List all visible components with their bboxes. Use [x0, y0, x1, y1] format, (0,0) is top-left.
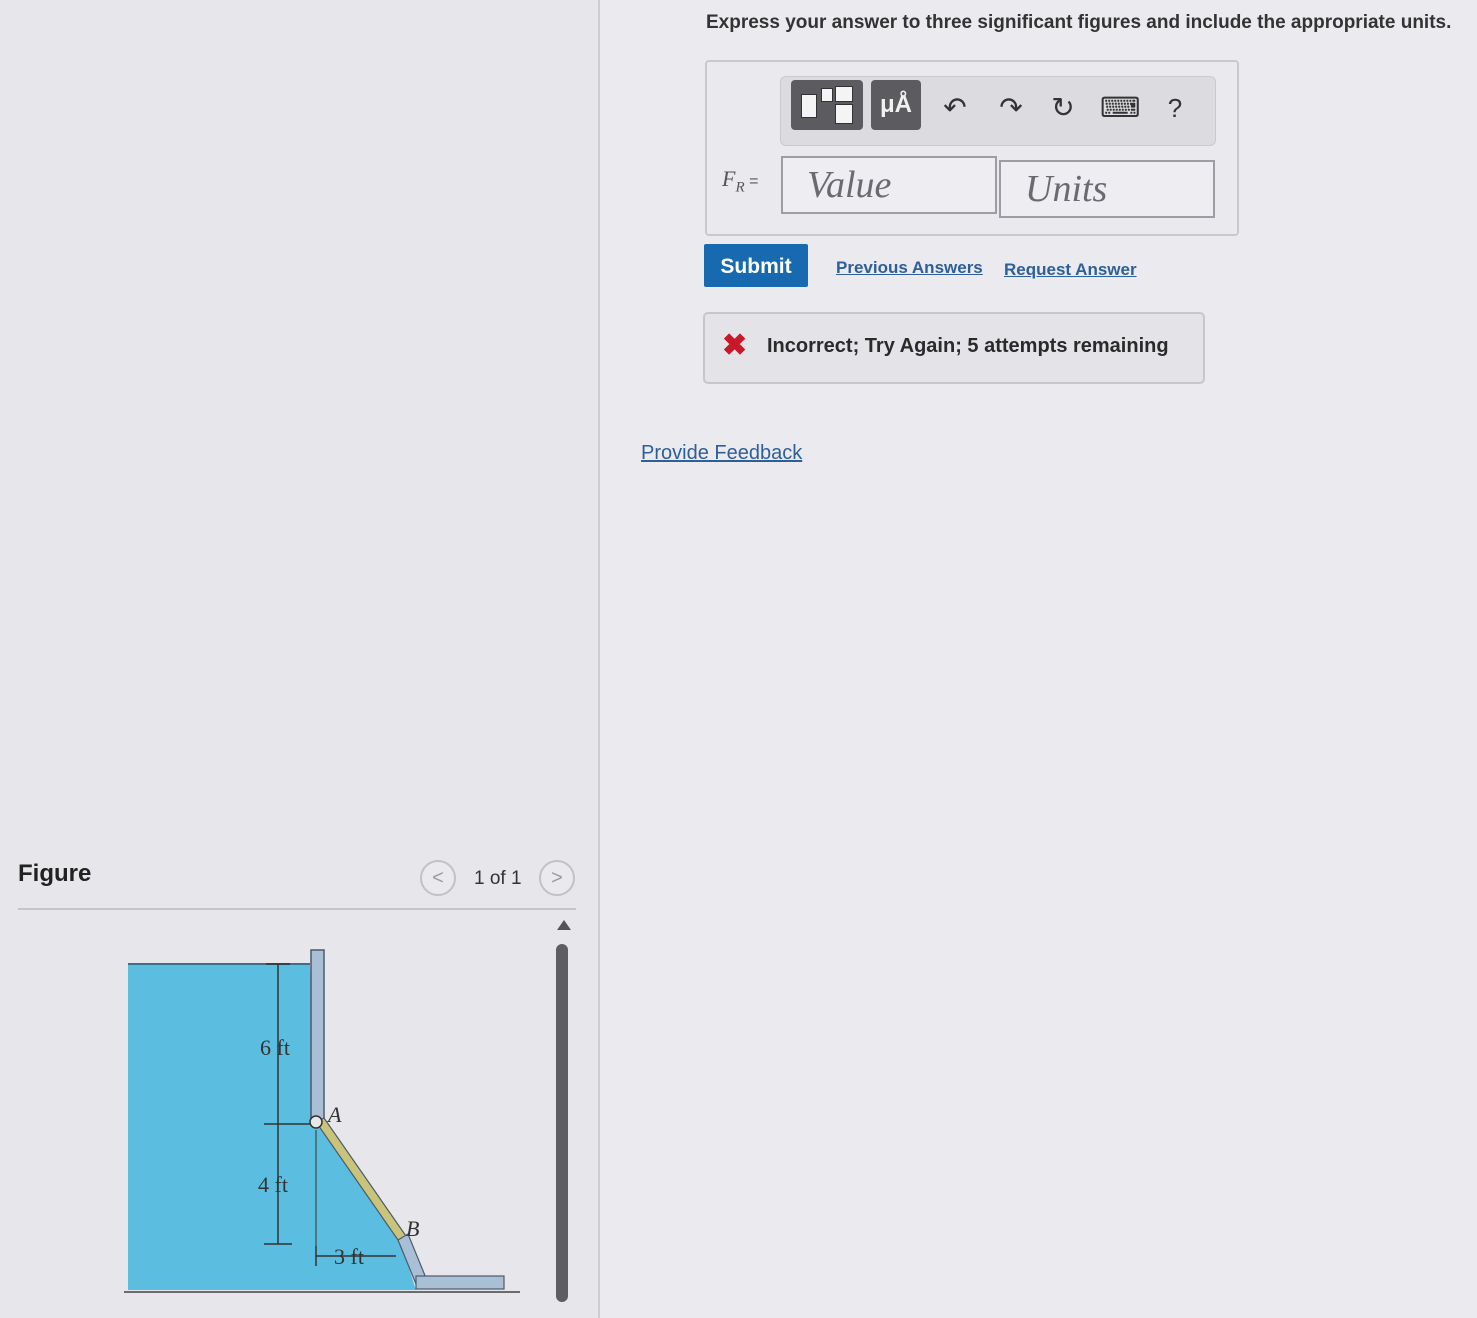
reset-icon[interactable]: ↻ [1046, 88, 1080, 128]
answer-label-eq: = [744, 173, 759, 190]
keyboard-icon[interactable]: ⌨ [1100, 88, 1140, 128]
figure-next-button[interactable]: > [539, 860, 575, 896]
undo-icon[interactable]: ↶ [938, 88, 972, 128]
dimension-label-6ft: 6 ft [260, 1035, 290, 1060]
figure-page-indicator: 1 of 1 [474, 868, 522, 889]
figure-title: Figure [18, 860, 92, 887]
answer-label-main: F [722, 166, 736, 191]
incorrect-icon: ✖ [722, 329, 748, 362]
point-label-a: A [326, 1102, 342, 1127]
units-input[interactable] [999, 160, 1215, 218]
help-button[interactable]: ? [1160, 88, 1190, 128]
figure-scrollbar[interactable] [556, 944, 568, 1302]
templates-button[interactable] [791, 80, 863, 130]
hinge-a [309, 1115, 323, 1129]
redo-icon[interactable]: ↷ [994, 88, 1028, 128]
units-button[interactable]: μÅ [871, 80, 921, 130]
point-label-b: B [406, 1216, 419, 1241]
figure-divider [18, 908, 576, 910]
previous-answers-link[interactable]: Previous Answers [836, 258, 983, 278]
vertical-wall [310, 949, 325, 1123]
answer-label: FR = [722, 166, 758, 196]
value-input[interactable] [781, 156, 997, 214]
dimension-label-4ft: 4 ft [258, 1172, 288, 1197]
scroll-up-arrow-icon[interactable] [557, 920, 571, 930]
floor-slab [415, 1275, 505, 1290]
figure-prev-button[interactable]: < [420, 860, 456, 896]
provide-feedback-link[interactable]: Provide Feedback [641, 442, 802, 465]
water-region [128, 964, 416, 1290]
instructions-text: Express your answer to three significant… [706, 12, 1452, 33]
feedback-message: Incorrect; Try Again; 5 attempts remaini… [767, 335, 1169, 357]
figure-diagram: 6 ft 4 ft 3 ft A B [124, 949, 520, 1293]
request-answer-link[interactable]: Request Answer [1004, 260, 1137, 280]
submit-button[interactable]: Submit [704, 244, 808, 287]
answer-label-sub: R [735, 179, 745, 196]
dimension-label-3ft: 3 ft [334, 1244, 364, 1269]
